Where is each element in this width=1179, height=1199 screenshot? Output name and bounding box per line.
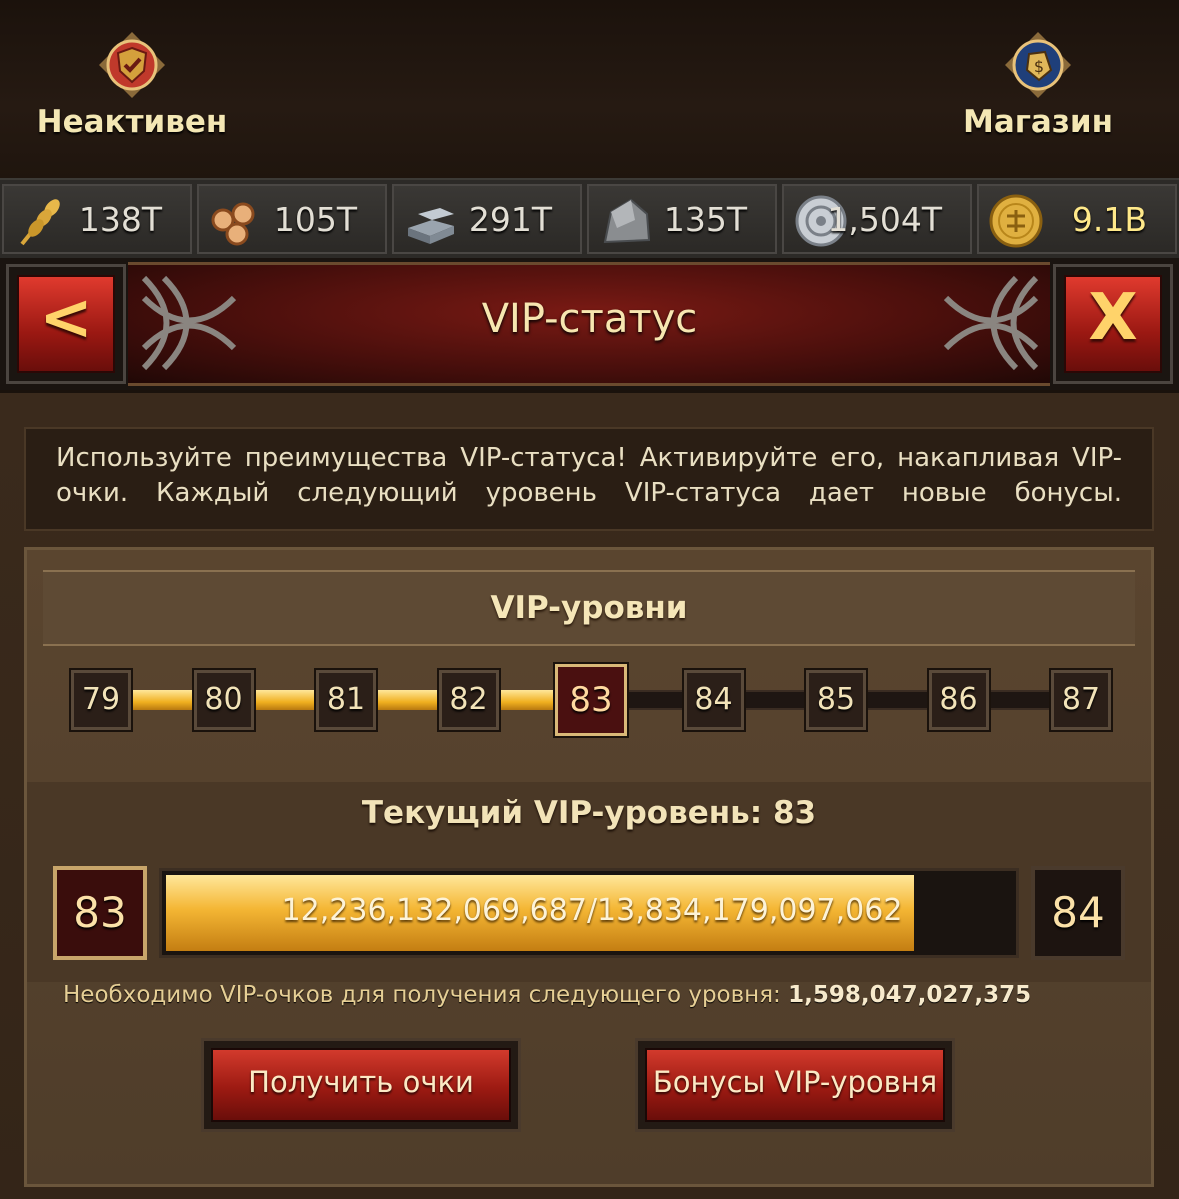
page-title: VIP-статус bbox=[481, 296, 698, 342]
vip-level-84[interactable]: 84 bbox=[681, 668, 746, 732]
resource-stone[interactable]: 135T bbox=[587, 184, 777, 254]
shop-button[interactable]: $ Магазин bbox=[918, 30, 1158, 170]
level-connector bbox=[131, 690, 194, 710]
resource-silver[interactable]: 1,504T bbox=[782, 184, 972, 254]
status-label: Неактивен bbox=[36, 104, 228, 140]
level-connector bbox=[253, 690, 316, 710]
wood-value: 105T bbox=[273, 200, 357, 239]
vip-bonuses-label: Бонусы VIP-уровня bbox=[652, 1065, 938, 1099]
points-needed-label: Необходимо VIP-очков для получения следу… bbox=[63, 982, 781, 1008]
vip-level-79[interactable]: 79 bbox=[69, 668, 133, 732]
gold-coin-icon bbox=[987, 192, 1045, 250]
get-points-label: Получить очки bbox=[248, 1065, 474, 1099]
resource-wheat[interactable]: 138T bbox=[2, 184, 192, 254]
vip-levels-title: VIP-уровни bbox=[490, 590, 688, 626]
points-needed-value: 1,598,047,027,375 bbox=[788, 982, 1032, 1008]
vip-level-82[interactable]: 82 bbox=[436, 668, 501, 732]
vip-level-86[interactable]: 86 bbox=[926, 668, 991, 732]
silver-value: 1,504T bbox=[827, 200, 942, 239]
top-bar: Неактивен $ Магазин bbox=[0, 0, 1179, 178]
level-connector bbox=[498, 690, 561, 710]
shop-label: Магазин bbox=[962, 104, 1114, 140]
wheat-icon bbox=[12, 192, 70, 250]
level-connector bbox=[988, 690, 1051, 710]
wheat-value: 138T bbox=[78, 200, 162, 239]
shield-icon bbox=[97, 30, 167, 100]
current-level-badge: 83 bbox=[53, 866, 147, 960]
vip-level-83[interactable]: 83 bbox=[553, 662, 629, 738]
points-needed: Необходимо VIP-очков для получения следу… bbox=[63, 982, 1031, 1008]
iron-value: 291T bbox=[468, 200, 552, 239]
svg-text:$: $ bbox=[1034, 57, 1044, 76]
intro-box: Используйте преимущества VIP-статуса! Ак… bbox=[24, 427, 1154, 531]
level-connector bbox=[376, 690, 439, 710]
get-points-button[interactable]: Получить очки bbox=[201, 1038, 521, 1132]
vip-progress-bar: 12,236,132,069,687/13,834,179,097,062 bbox=[159, 868, 1019, 958]
vip-level-81[interactable]: 81 bbox=[314, 668, 378, 732]
resource-wood[interactable]: 105T bbox=[197, 184, 387, 254]
close-button[interactable]: X bbox=[1053, 264, 1173, 384]
intro-text: Используйте преимущества VIP-статуса! Ак… bbox=[56, 443, 1122, 508]
level-connector bbox=[866, 690, 929, 710]
current-level-label: Текущий VIP-уровень: 83 bbox=[361, 795, 817, 831]
vip-bonuses-button[interactable]: Бонусы VIP-уровня bbox=[635, 1038, 955, 1132]
stone-value: 135T bbox=[663, 200, 747, 239]
page-header: < VIP-статус X bbox=[0, 258, 1179, 390]
vip-progress-text: 12,236,132,069,687/13,834,179,097,062 bbox=[281, 893, 903, 928]
vip-levels-header: VIP-уровни bbox=[43, 570, 1135, 646]
resource-bar: 138T 105T 291T 135T 1,504T 9.1B bbox=[0, 178, 1179, 260]
gold-value: 9.1B bbox=[1071, 200, 1147, 239]
resource-gold[interactable]: 9.1B bbox=[977, 184, 1177, 254]
vip-level-80[interactable]: 80 bbox=[191, 668, 256, 732]
close-icon: X bbox=[1088, 281, 1138, 355]
vip-level-87[interactable]: 87 bbox=[1049, 668, 1113, 732]
resource-iron[interactable]: 291T bbox=[392, 184, 582, 254]
level-connector bbox=[621, 690, 684, 710]
vip-level-85[interactable]: 85 bbox=[804, 668, 868, 732]
iron-icon bbox=[402, 192, 460, 250]
vip-box: VIP-уровни 79 80 81 82 83 84 85 86 87 Текущий VI… bbox=[24, 547, 1154, 1187]
status-button[interactable]: Неактивен bbox=[12, 30, 252, 170]
wood-icon bbox=[207, 192, 265, 250]
level-connector bbox=[743, 690, 806, 710]
stone-icon bbox=[597, 192, 655, 250]
next-level-badge: 84 bbox=[1031, 866, 1125, 960]
main-panel: Используйте преимущества VIP-статуса! Ак… bbox=[0, 390, 1179, 1199]
shop-tag-icon: $ bbox=[1003, 30, 1073, 100]
